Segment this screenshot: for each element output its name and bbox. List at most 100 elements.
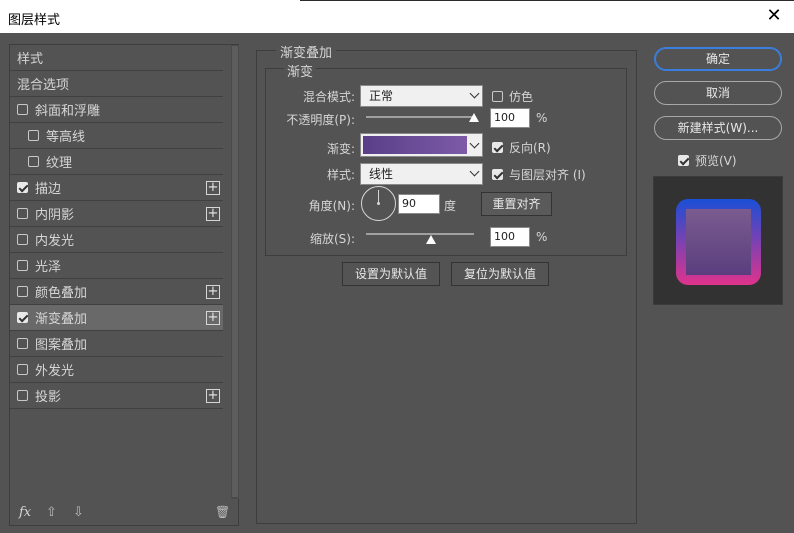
reset-alignment-button[interactable]: 重置对齐 <box>481 192 552 216</box>
set-as-default-button[interactable]: 设置为默认值 <box>342 262 440 286</box>
sidebar-item-label: 颜色叠加 <box>35 286 88 301</box>
chevron-down-icon[interactable] <box>469 138 480 149</box>
style-preview <box>653 176 783 305</box>
add-icon[interactable]: + <box>206 285 220 299</box>
opacity-slider-thumb[interactable] <box>469 113 479 122</box>
preview-stroke-shape <box>676 199 761 285</box>
checkbox-icon[interactable] <box>17 390 28 401</box>
sidebar-item-label: 混合选项 <box>17 78 70 93</box>
title-divider <box>300 0 794 1</box>
sidebar-item-label: 内发光 <box>35 234 75 249</box>
gradient-preview-swatch[interactable] <box>363 136 467 154</box>
checkbox-icon[interactable] <box>17 312 28 323</box>
opacity-slider-track[interactable] <box>366 116 474 118</box>
sidebar-item[interactable]: 图案叠加 <box>10 331 223 357</box>
preview-checkbox[interactable]: 预览(V) <box>678 152 737 169</box>
checkbox-icon <box>492 91 503 102</box>
trash-icon[interactable]: 🗑 <box>215 505 230 519</box>
sidebar-item-label: 等高线 <box>46 130 86 145</box>
fx-icon[interactable]: fx <box>19 505 31 520</box>
preview-fill-shape <box>686 209 751 275</box>
scale-input[interactable]: 100 <box>490 227 530 247</box>
angle-input[interactable]: 90 <box>398 194 440 214</box>
ok-button[interactable]: 确定 <box>654 47 782 71</box>
angle-center-dot <box>377 202 380 205</box>
checkbox-icon[interactable] <box>17 104 28 115</box>
cancel-button[interactable]: 取消 <box>654 81 782 105</box>
scale-slider-track[interactable] <box>366 233 474 235</box>
angle-unit: 度 <box>444 199 457 213</box>
move-down-icon[interactable]: ⇩ <box>73 505 84 520</box>
sidebar-item[interactable]: 内阴影 + <box>10 201 223 227</box>
checkbox-icon[interactable] <box>17 286 28 297</box>
checkbox-icon <box>492 142 503 153</box>
gradient-picker[interactable] <box>360 133 483 157</box>
checkbox-icon[interactable] <box>28 156 39 167</box>
sidebar-item-label: 图案叠加 <box>35 338 88 353</box>
checkbox-icon[interactable] <box>17 182 28 193</box>
new-style-button[interactable]: 新建样式(W)... <box>654 116 782 140</box>
style-list: 样式混合选项斜面和浮雕等高线纹理描边 + 内阴影 + 内发光光泽颜色叠加 + 渐变叠加 + 图案… <box>10 45 223 499</box>
sidebar-item[interactable]: 颜色叠加 + <box>10 279 223 305</box>
add-icon[interactable]: + <box>206 389 220 403</box>
sidebar-item-label: 描边 <box>35 182 62 197</box>
blend-mode-select[interactable]: 正常 <box>360 85 483 107</box>
angle-dial[interactable] <box>361 186 396 221</box>
align-with-layer-label: 与图层对齐 (I) <box>509 168 586 182</box>
sidebar-item-label: 渐变叠加 <box>35 312 88 327</box>
reverse-label: 反向(R) <box>509 141 551 155</box>
angle-label: 角度(N): <box>308 199 355 213</box>
opacity-input[interactable]: 100 <box>490 108 530 128</box>
sidebar-item[interactable]: 投影 + <box>10 383 223 409</box>
sidebar-item-label: 光泽 <box>35 260 62 275</box>
sidebar-item[interactable]: 斜面和浮雕 <box>10 97 223 123</box>
chevron-down-icon <box>469 166 480 177</box>
sidebar-item[interactable]: 光泽 <box>10 253 223 279</box>
blend-mode-value: 正常 <box>369 89 394 103</box>
sidebar-item[interactable]: 渐变叠加 + <box>10 305 223 331</box>
sidebar-item-label: 斜面和浮雕 <box>35 104 101 119</box>
subgroup-title: 渐变 <box>284 61 317 80</box>
checkbox-icon <box>492 169 503 180</box>
checkbox-icon[interactable] <box>17 208 28 219</box>
scale-unit: % <box>536 230 548 244</box>
sidebar-item[interactable]: 外发光 <box>10 357 223 383</box>
add-icon[interactable]: + <box>206 181 220 195</box>
preview-label: 预览(V) <box>695 154 737 168</box>
sidebar-item[interactable]: 混合选项 <box>10 71 223 97</box>
add-icon[interactable]: + <box>206 207 220 221</box>
reset-to-default-button[interactable]: 复位为默认值 <box>451 262 549 286</box>
sidebar-item-label: 纹理 <box>46 156 73 171</box>
checkbox-icon <box>678 155 689 166</box>
align-with-layer-checkbox[interactable]: 与图层对齐 (I) <box>492 166 586 183</box>
sidebar-item[interactable]: 描边 + <box>10 175 223 201</box>
dither-checkbox[interactable]: 仿色 <box>492 88 533 105</box>
sidebar-item-label: 外发光 <box>35 364 75 379</box>
sidebar-item-label: 样式 <box>17 52 44 67</box>
checkbox-icon[interactable] <box>17 234 28 245</box>
close-icon[interactable]: ✕ <box>762 4 786 28</box>
sidebar-item[interactable]: 纹理 <box>10 149 223 175</box>
chevron-down-icon <box>469 88 480 99</box>
sidebar-item[interactable]: 内发光 <box>10 227 223 253</box>
window-title: 图层样式 <box>8 13 61 28</box>
sidebar-item-label: 内阴影 <box>35 208 75 223</box>
opacity-unit: % <box>536 111 548 125</box>
checkbox-icon[interactable] <box>17 338 28 349</box>
blend-mode-label: 混合模式: <box>302 90 355 104</box>
opacity-label: 不透明度(P): <box>286 113 355 127</box>
sidebar-item[interactable]: 等高线 <box>10 123 223 149</box>
reverse-checkbox[interactable]: 反向(R) <box>492 139 551 156</box>
style-list-tools: fx ⇧ ⇩ 🗑 <box>10 501 238 525</box>
add-icon[interactable]: + <box>206 311 220 325</box>
move-up-icon[interactable]: ⇧ <box>46 505 57 520</box>
checkbox-icon[interactable] <box>28 130 39 141</box>
gradient-style-select[interactable]: 线性 <box>360 163 483 185</box>
scrollbar-thumb[interactable] <box>232 46 238 497</box>
checkbox-icon[interactable] <box>17 260 28 271</box>
checkbox-icon[interactable] <box>17 364 28 375</box>
scale-label: 缩放(S): <box>309 232 355 246</box>
sidebar-item[interactable]: 样式 <box>10 45 223 71</box>
scale-slider-thumb[interactable] <box>425 235 436 244</box>
style-label: 样式: <box>326 168 355 182</box>
